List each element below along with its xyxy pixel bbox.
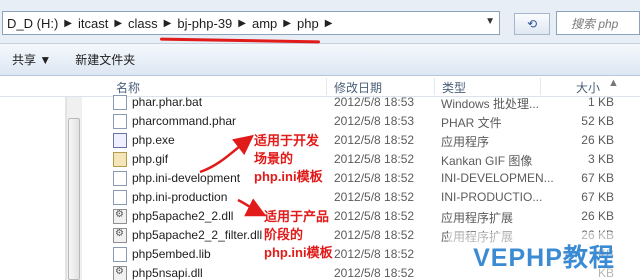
file-type: Windows 批处理... — [441, 97, 540, 111]
breadcrumb-amp[interactable]: amp — [248, 16, 281, 31]
share-button[interactable]: 共享 ▼ — [0, 51, 63, 68]
file-icon — [113, 114, 127, 129]
file-size: 26 KB — [581, 133, 614, 147]
file-size: 1 KB — [587, 95, 614, 109]
file-date: 2012/5/8 18:53 — [334, 114, 415, 128]
breadcrumb-separator-icon[interactable]: ▶ — [323, 18, 335, 29]
breadcrumb-separator-icon[interactable]: ▶ — [281, 18, 293, 29]
file-name: php.ini-production — [132, 190, 228, 204]
file-date: 2012/5/8 18:53 — [334, 95, 415, 109]
file-type: PHAR 文件 — [441, 116, 502, 130]
development-note-line: 场景的 — [254, 151, 294, 166]
file-size: 67 KB — [581, 190, 614, 204]
file-size: 3 KB — [587, 152, 614, 166]
breadcrumb-drive[interactable]: D_D (H:) — [3, 16, 62, 31]
breadcrumb-bj-php-39[interactable]: bj-php-39 — [173, 16, 236, 31]
breadcrumb-separator-icon[interactable]: ▶ — [112, 18, 124, 29]
development-note: 适用于开发 场景的 php.ini模板 — [254, 132, 323, 186]
file-size: 26 KB — [581, 209, 614, 223]
breadcrumb-php[interactable]: php — [293, 16, 323, 31]
file-type: 应用程序扩展 — [441, 211, 514, 225]
file-name: php.gif — [132, 152, 169, 166]
breadcrumb-separator-icon[interactable]: ▶ — [62, 18, 74, 29]
file-row[interactable]: php.exe 2012/5/8 18:52 应用程序 26 KB — [84, 131, 640, 150]
file-date: 2012/5/8 18:52 — [334, 209, 415, 223]
file-name: pharcommand.phar — [132, 114, 237, 128]
watermark: VEPHP教程 — [448, 232, 640, 280]
breadcrumb-separator-icon[interactable]: ▶ — [162, 18, 174, 29]
file-name: php.ini-development — [132, 171, 241, 185]
address-bar-region: D_D (H:) ▶ itcast ▶ class ▶ bj-php-39 ▶ … — [0, 0, 640, 44]
file-date: 2012/5/8 18:52 — [334, 228, 415, 242]
development-note-line: 适用于开发 — [254, 133, 320, 148]
chevron-down-icon[interactable]: ▼ — [485, 16, 495, 27]
breadcrumb-class[interactable]: class — [124, 16, 162, 31]
file-date: 2012/5/8 18:52 — [334, 190, 415, 204]
file-icon — [113, 171, 127, 186]
refresh-button[interactable]: ⟲ — [514, 13, 550, 35]
file-row[interactable]: php.gif 2012/5/8 18:52 Kankan GIF 图像 3 K… — [84, 150, 640, 169]
file-date: 2012/5/8 18:52 — [334, 266, 415, 280]
file-name: php5apache2_2_filter.dll — [132, 228, 263, 242]
file-type: INI-PRODUCTIO... — [441, 190, 543, 204]
file-icon — [113, 190, 127, 205]
file-name: php5nsapi.dll — [132, 266, 203, 280]
file-date: 2012/5/8 18:52 — [334, 133, 415, 147]
file-date: 2012/5/8 18:52 — [334, 171, 415, 185]
search-input[interactable]: 搜索 php — [556, 11, 640, 35]
breadcrumb-itcast[interactable]: itcast — [74, 16, 112, 31]
breadcrumb-separator-icon[interactable]: ▶ — [236, 18, 248, 29]
search-placeholder: 搜索 php — [571, 16, 619, 31]
file-row[interactable]: phar.phar.bat 2012/5/8 18:53 Windows 批处理… — [84, 93, 640, 112]
scrollbar-thumb[interactable] — [68, 118, 80, 280]
file-date: 2012/5/8 18:52 — [334, 152, 415, 166]
gif-icon — [113, 152, 127, 167]
production-note-line: php.ini模板 — [264, 245, 333, 260]
file-icon — [113, 95, 127, 110]
dll-icon — [113, 209, 127, 224]
file-type: INI-DEVELOPMEN... — [441, 171, 554, 185]
php-exe-icon — [113, 133, 127, 148]
development-note-line: php.ini模板 — [254, 169, 323, 184]
address-bar[interactable]: D_D (H:) ▶ itcast ▶ class ▶ bj-php-39 ▶ … — [2, 11, 500, 35]
file-name: php5embed.lib — [132, 247, 211, 261]
file-type: Kankan GIF 图像 — [441, 154, 533, 168]
file-size: 67 KB — [581, 171, 614, 185]
file-name: php5apache2_2.dll — [132, 209, 234, 223]
file-row[interactable]: php5apache2_2.dll 2012/5/8 18:52 应用程序扩展 … — [84, 207, 640, 226]
scroll-up-icon[interactable]: ▲ — [608, 77, 619, 89]
file-row[interactable]: php.ini-production 2012/5/8 18:52 INI-PR… — [84, 188, 640, 207]
file-row[interactable]: php.ini-development 2012/5/8 18:52 INI-D… — [84, 169, 640, 188]
command-bar: 共享 ▼ 新建文件夹 — [0, 44, 640, 76]
file-name: phar.phar.bat — [132, 95, 203, 109]
file-date: 2012/5/8 18:52 — [334, 247, 415, 261]
production-note-line: 适用于产品 — [264, 209, 330, 224]
file-icon — [113, 247, 127, 262]
dll-icon — [113, 266, 127, 280]
refresh-icon: ⟲ — [526, 17, 538, 31]
navigation-pane[interactable] — [0, 76, 66, 280]
production-note-line: 阶段的 — [264, 227, 304, 242]
file-type: 应用程序 — [441, 135, 490, 149]
new-folder-button[interactable]: 新建文件夹 — [63, 51, 147, 68]
production-note: 适用于产品 阶段的 php.ini模板 — [264, 208, 333, 262]
file-size: 52 KB — [581, 114, 614, 128]
file-row[interactable]: pharcommand.phar 2012/5/8 18:53 PHAR 文件 … — [84, 112, 640, 131]
file-name: php.exe — [132, 133, 175, 147]
dll-icon — [113, 228, 127, 243]
